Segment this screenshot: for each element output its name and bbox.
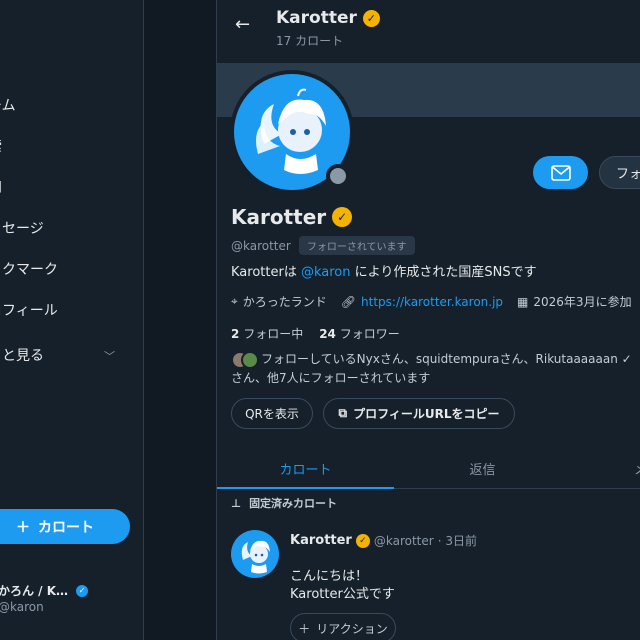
tab-media[interactable]: メディア bbox=[571, 448, 640, 488]
sidebar-item-label: ロフィール bbox=[0, 303, 58, 319]
post-body: こんにちは！ Karotter公式です bbox=[290, 568, 395, 604]
sidebar-item-label: 知 bbox=[0, 177, 2, 197]
location-text: かろったランド bbox=[242, 295, 327, 309]
followers-label: フォロワー bbox=[339, 327, 400, 341]
plus-icon: ＋ bbox=[298, 621, 311, 636]
tab-posts[interactable]: カロート bbox=[217, 448, 394, 488]
post-timestamp[interactable]: · 3日前 bbox=[438, 532, 477, 549]
post-handle: @karotter bbox=[373, 533, 434, 548]
account-switcher[interactable]: かろん / K… ✓ bbox=[0, 582, 89, 599]
account-name: かろん / K… bbox=[0, 584, 69, 598]
profile-column: ← Karotter ✓ 17 カロート フォロー Karotter bbox=[216, 0, 640, 640]
known-follower-avatars bbox=[231, 350, 259, 369]
gutter bbox=[144, 0, 216, 640]
verified-icon: ✓ bbox=[362, 9, 380, 27]
verified-icon: ✓ bbox=[332, 207, 353, 227]
followers-link[interactable]: 24 フォロワー bbox=[319, 325, 400, 342]
post-count: 17 カロート bbox=[276, 34, 344, 48]
location-pin-icon: ⌖ bbox=[231, 294, 238, 308]
sidebar-item-home[interactable]: ーム bbox=[0, 90, 16, 120]
post-author[interactable]: Karotter bbox=[290, 533, 352, 548]
sidebar-item-search[interactable]: 索 bbox=[0, 131, 2, 161]
website: 🔗︎ https://karotter.karon.jp bbox=[341, 295, 503, 309]
following-label: フォロー中 bbox=[243, 327, 304, 341]
known-followers-text: フォローしているNyxさん、squidtempuraさん、Rikutaaaaaa… bbox=[231, 352, 632, 385]
profile-handle-row: @karotter フォローされています bbox=[231, 236, 415, 255]
pinned-label: ⊥ 固定済みカロート bbox=[231, 495, 337, 511]
copy-button-label: プロフィールURLをコピー bbox=[353, 407, 500, 421]
following-link[interactable]: 2 フォロー中 bbox=[231, 325, 303, 342]
tab-replies[interactable]: 返信 bbox=[394, 448, 571, 488]
chevron-down-icon[interactable]: ﹀ bbox=[104, 348, 115, 364]
message-button[interactable] bbox=[533, 156, 588, 189]
sidebar-item-profile[interactable]: ロフィール bbox=[0, 295, 58, 325]
page-title-text: Karotter bbox=[276, 8, 357, 28]
sidebar-item-label: ックマーク bbox=[0, 262, 58, 278]
sidebar: ーム 索 知 ッセージ ックマーク ロフィール っと見る ﹀ ＋ カロート かろ… bbox=[0, 0, 144, 640]
bio-text: Karotterは bbox=[231, 265, 301, 280]
sidebar-item-messages[interactable]: ッセージ bbox=[0, 213, 44, 243]
post-avatar[interactable] bbox=[231, 530, 279, 578]
sidebar-item-notifications[interactable]: 知 bbox=[0, 172, 2, 202]
location: ⌖ かろったランド bbox=[231, 293, 327, 310]
calendar-icon: ▦ bbox=[517, 294, 529, 309]
page-title: Karotter ✓ bbox=[276, 8, 380, 28]
mail-icon bbox=[550, 164, 571, 181]
verified-icon: ✓ bbox=[355, 533, 370, 548]
link-icon: 🔗︎ bbox=[340, 294, 357, 309]
account-handle: @karon bbox=[0, 600, 44, 614]
join-date-text: 2026年3月に参加 bbox=[533, 295, 632, 309]
plus-icon: ＋ bbox=[16, 519, 30, 536]
back-arrow-icon[interactable]: ← bbox=[235, 14, 250, 35]
sidebar-item-label: 索 bbox=[0, 136, 2, 156]
followers-count: 24 bbox=[319, 327, 336, 341]
known-followers[interactable]: フォローしているNyxさん、squidtempuraさん、Rikutaaaaaa… bbox=[231, 350, 640, 387]
active-tab-indicator bbox=[217, 487, 394, 489]
follows-you-badge: フォローされています bbox=[298, 236, 415, 255]
profile-name: Karotter ✓ bbox=[231, 205, 353, 229]
profile-name-text: Karotter bbox=[231, 205, 327, 229]
join-date: ▦ 2026年3月に参加 bbox=[517, 293, 632, 310]
bio-text: により作成された国産SNSです bbox=[350, 265, 537, 280]
profile-bio: Karotterは @karon により作成された国産SNSです bbox=[231, 261, 537, 280]
presence-indicator bbox=[326, 164, 350, 188]
sidebar-item-bookmarks[interactable]: ックマーク bbox=[0, 254, 58, 284]
following-count: 2 bbox=[231, 327, 240, 341]
post-text-line: こんにちは！ bbox=[290, 569, 369, 584]
sidebar-item-label: ーム bbox=[0, 98, 16, 114]
avatar bbox=[241, 350, 259, 369]
follow-counts: 2 フォロー中 24 フォロワー bbox=[231, 325, 400, 342]
pin-icon: ⊥ bbox=[231, 496, 242, 510]
profile-meta: ⌖ かろったランド 🔗︎ https://karotter.karon.jp ▦ 20… bbox=[231, 293, 632, 310]
profile-handle: @karotter bbox=[231, 238, 291, 253]
verified-icon: ✓ bbox=[76, 584, 89, 597]
sidebar-item-more[interactable]: っと見る bbox=[0, 340, 44, 370]
profile-header-bar: ← Karotter ✓ 17 カロート bbox=[217, 0, 640, 62]
sidebar-item-label: ッセージ bbox=[0, 221, 44, 237]
post-button-label: カロート bbox=[38, 519, 94, 536]
follow-button[interactable]: フォロー bbox=[599, 156, 640, 189]
post-button[interactable]: ＋ カロート bbox=[0, 509, 130, 544]
post-text-line: Karotter公式です bbox=[290, 587, 395, 602]
sidebar-item-label: っと見る bbox=[0, 348, 44, 364]
pinned-label-text: 固定済みカロート bbox=[249, 497, 338, 510]
website-link[interactable]: https://karotter.karon.jp bbox=[361, 295, 503, 309]
bio-mention-link[interactable]: @karon bbox=[301, 265, 351, 280]
reaction-button[interactable]: ＋ リアクション bbox=[290, 613, 396, 640]
post-header: Karotter ✓ @karotter · 3日前 bbox=[290, 532, 477, 549]
reaction-button-label: リアクション bbox=[316, 621, 388, 636]
copy-icon: ⧉ bbox=[338, 406, 348, 420]
show-qr-button[interactable]: QRを表示 bbox=[231, 398, 313, 429]
copy-profile-url-button[interactable]: ⧉ プロフィールURLをコピー bbox=[323, 398, 515, 429]
profile-tabs: カロート 返信 メディア bbox=[217, 448, 640, 489]
